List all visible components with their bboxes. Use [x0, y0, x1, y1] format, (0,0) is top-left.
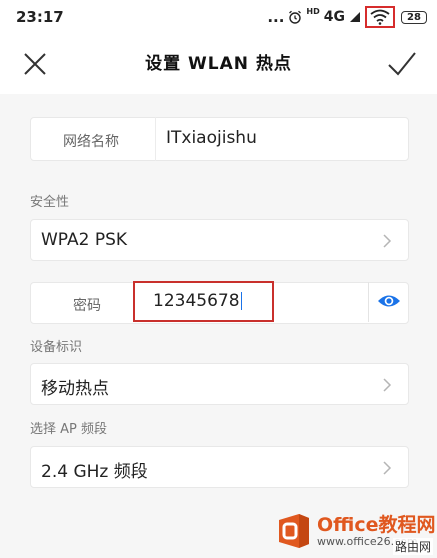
wifi-icon [370, 9, 390, 25]
network-name-value: ITxiaojishu [166, 128, 257, 148]
device-id-section-label: 设备标识 [30, 340, 83, 355]
security-value: WPA2 PSK [41, 230, 128, 250]
chevron-right-icon [383, 378, 392, 392]
password-input[interactable]: 12345678 [133, 281, 274, 322]
hd-label: HD [306, 7, 320, 16]
network-type: 4G [323, 9, 345, 25]
password-value: 12345678 [153, 291, 243, 311]
watermark-title: Office教程网 [317, 514, 436, 536]
divider [368, 282, 369, 322]
signal-icon [350, 12, 360, 22]
status-icons: ... HD 4G 28 [267, 6, 427, 28]
page-title: 设置 WLAN 热点 [145, 54, 292, 74]
office-logo-icon [279, 514, 309, 548]
text-cursor [240, 292, 243, 310]
network-name-label: 网络名称 [63, 134, 119, 150]
alarm-icon [289, 10, 302, 24]
watermark: Office教程网 www.office26.com 路由网 [275, 508, 437, 558]
status-time: 23:17 [16, 8, 64, 26]
wifi-highlight [365, 6, 395, 28]
device-id-value: 移动热点 [41, 379, 109, 399]
check-icon[interactable] [387, 49, 417, 79]
ap-band-value: 2.4 GHz 频段 [41, 462, 148, 482]
ap-band-section-label: 选择 AP 频段 [30, 422, 107, 437]
security-section-label: 安全性 [30, 195, 70, 210]
battery-level: 28 [407, 11, 421, 23]
device-id-selector[interactable]: 移动热点 [30, 363, 409, 405]
ap-band-selector[interactable]: 2.4 GHz 频段 [30, 446, 409, 488]
more-dots: ... [267, 8, 285, 26]
chevron-right-icon [383, 461, 392, 475]
password-label: 密码 [73, 298, 101, 314]
watermark-stamp: 路由网 [392, 538, 433, 555]
eye-icon[interactable] [377, 291, 401, 311]
status-bar: 23:17 ... HD 4G 28 [0, 0, 437, 34]
network-name-input[interactable]: ITxiaojishu [155, 117, 409, 161]
title-bar: 设置 WLAN 热点 [0, 34, 437, 94]
chevron-right-icon [383, 234, 392, 248]
battery-indicator: 28 [401, 10, 427, 24]
security-selector[interactable]: WPA2 PSK [30, 219, 409, 261]
